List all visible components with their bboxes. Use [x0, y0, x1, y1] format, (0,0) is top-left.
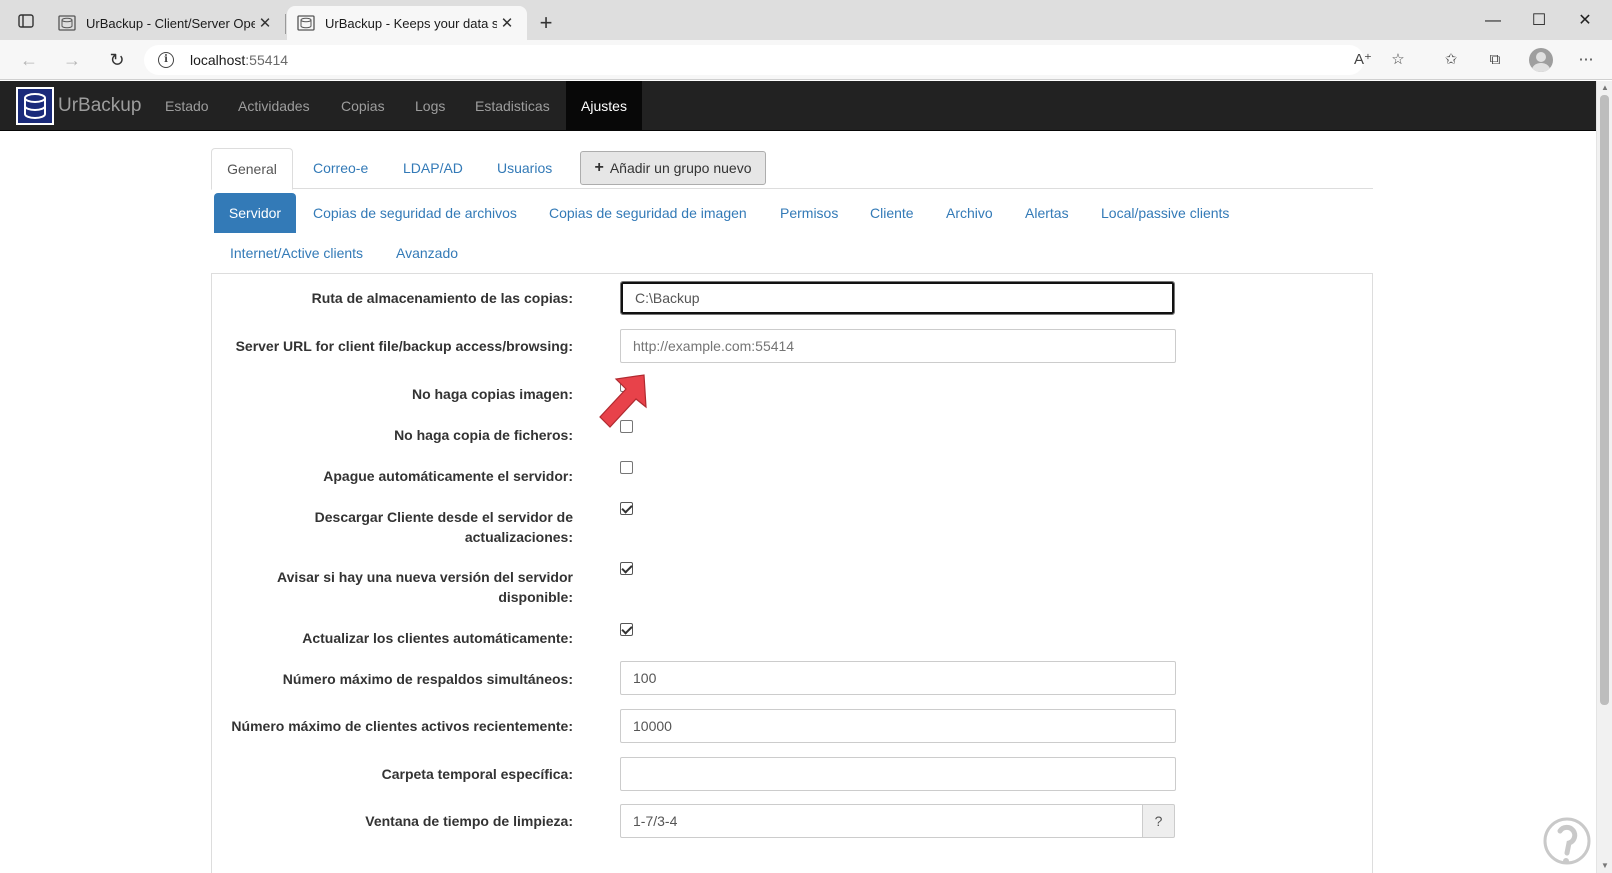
- section-internet-active[interactable]: Internet/Active clients: [230, 233, 363, 273]
- collections-icon[interactable]: ⧉: [1482, 48, 1508, 72]
- nav-estadisticas[interactable]: Estadisticas: [475, 81, 550, 131]
- nav-logs[interactable]: Logs: [415, 81, 445, 131]
- profile-icon[interactable]: [1529, 48, 1553, 72]
- urbackup-favicon-icon: [297, 15, 315, 31]
- brand[interactable]: UrBackup: [16, 86, 141, 126]
- notify-new-version-label-line2: disponible:: [498, 589, 573, 605]
- cleanup-window-label: Ventana de tiempo de limpieza:: [365, 813, 573, 829]
- tab-ldap[interactable]: LDAP/AD: [403, 148, 463, 189]
- url-field[interactable]: i localhost:55414: [144, 45, 1364, 75]
- address-bar-row: ← → ↻ i localhost:55414 A⁺ ☆ ✩ ⧉ ⋯: [0, 40, 1612, 80]
- section-permisos[interactable]: Permisos: [780, 193, 838, 233]
- site-info-icon[interactable]: i: [158, 52, 174, 68]
- temp-folder-label: Carpeta temporal específica:: [381, 766, 573, 782]
- download-client-checkbox[interactable]: [620, 502, 633, 515]
- notify-new-version-checkbox[interactable]: [620, 562, 633, 575]
- app-navbar: UrBackup Estado Actividades Copias Logs …: [0, 81, 1596, 131]
- notify-new-version-label-line1: Avisar si hay una nueva versión del serv…: [277, 569, 573, 585]
- brand-name: UrBackup: [58, 95, 142, 116]
- max-simultaneous-input[interactable]: [620, 661, 1176, 695]
- cleanup-window-help-button[interactable]: ?: [1142, 804, 1175, 838]
- nav-copias[interactable]: Copias: [341, 81, 385, 131]
- back-icon[interactable]: ←: [13, 46, 45, 74]
- temp-folder-input[interactable]: [620, 757, 1176, 791]
- section-archivo[interactable]: Archivo: [946, 193, 993, 233]
- forward-icon[interactable]: →: [56, 46, 88, 74]
- max-active-clients-label: Número máximo de clientes activos recien…: [231, 718, 573, 734]
- browser-tab-2[interactable]: UrBackup - Keeps your data safe ✕: [287, 6, 527, 40]
- max-simultaneous-label: Número máximo de respaldos simultáneos:: [282, 671, 573, 687]
- close-window-icon[interactable]: ✕: [1562, 6, 1608, 36]
- close-tab-icon[interactable]: ✕: [497, 14, 517, 32]
- more-icon[interactable]: ⋯: [1573, 48, 1599, 72]
- scroll-up-icon[interactable]: ▲: [1597, 81, 1612, 95]
- settings-tabs: General Correo-e LDAP/AD Usuarios: [211, 148, 1373, 190]
- read-aloud-icon[interactable]: A⁺: [1350, 48, 1376, 72]
- add-group-label: Añadir un grupo nuevo: [609, 160, 752, 176]
- section-cliente[interactable]: Cliente: [870, 193, 914, 233]
- no-image-backups-label: No haga copias imagen:: [411, 386, 573, 402]
- browser-tab-1[interactable]: UrBackup - Client/Server Open S ✕: [48, 6, 285, 40]
- tab-usuarios[interactable]: Usuarios: [497, 148, 552, 189]
- storage-path-input[interactable]: [620, 281, 1175, 315]
- nav-ajustes[interactable]: Ajustes: [566, 81, 642, 131]
- auto-shutdown-label: Apague automáticamente el servidor:: [323, 468, 573, 484]
- tab-general[interactable]: General: [211, 148, 293, 190]
- add-favorite-icon[interactable]: ☆: [1385, 48, 1411, 72]
- url-host: localhost: [190, 52, 246, 68]
- section-local-passive[interactable]: Local/passive clients: [1101, 193, 1229, 233]
- scroll-down-icon[interactable]: ▼: [1597, 859, 1612, 873]
- notify-new-version-label: Avisar si hay una nueva versión del serv…: [277, 567, 573, 607]
- url-port: :55414: [245, 52, 289, 68]
- tab-correo[interactable]: Correo-e: [313, 148, 368, 189]
- watermark-logo-icon: [1543, 817, 1591, 865]
- refresh-icon[interactable]: ↻: [101, 46, 133, 74]
- section-alertas[interactable]: Alertas: [1025, 193, 1069, 233]
- download-client-label-line2: actualizaciones:: [464, 529, 573, 545]
- favorites-icon[interactable]: ✩: [1438, 48, 1464, 72]
- plus-icon: +: [594, 159, 604, 176]
- page-scrollbar[interactable]: ▲ ▼: [1596, 81, 1612, 873]
- max-active-clients-input[interactable]: [620, 709, 1176, 743]
- new-tab-icon[interactable]: +: [532, 10, 560, 38]
- section-copias-archivos[interactable]: Copias de seguridad de archivos: [313, 193, 517, 233]
- section-copias-imagen[interactable]: Copias de seguridad de imagen: [549, 193, 747, 233]
- tab-title: UrBackup - Client/Server Open S: [86, 15, 255, 31]
- auto-update-clients-checkbox[interactable]: [620, 623, 633, 636]
- section-avanzado[interactable]: Avanzado: [396, 233, 458, 273]
- download-client-label: Descargar Cliente desde el servidor de a…: [315, 507, 573, 547]
- add-group-button[interactable]: + Añadir un grupo nuevo: [580, 151, 766, 185]
- no-file-backups-label: No haga copia de ficheros:: [394, 427, 573, 443]
- section-servidor[interactable]: Servidor: [214, 193, 296, 233]
- tab-actions-icon[interactable]: [8, 8, 42, 34]
- urbackup-favicon-icon: [58, 15, 76, 31]
- cleanup-window-input[interactable]: [620, 804, 1143, 838]
- download-client-label-line1: Descargar Cliente desde el servidor de: [314, 509, 573, 525]
- nav-actividades[interactable]: Actividades: [238, 81, 310, 131]
- auto-update-clients-label: Actualizar los clientes automáticamente:: [302, 630, 573, 646]
- minimize-icon[interactable]: —: [1470, 6, 1516, 36]
- close-tab-icon[interactable]: ✕: [255, 14, 275, 32]
- scrollbar-thumb[interactable]: [1600, 95, 1609, 705]
- tab-title: UrBackup - Keeps your data safe: [325, 15, 497, 31]
- pointer-arrow-icon: [599, 374, 647, 428]
- nav-estado[interactable]: Estado: [165, 81, 209, 131]
- storage-path-label: Ruta de almacenamiento de las copias:: [311, 290, 573, 306]
- urbackup-logo-icon: [16, 87, 54, 125]
- maximize-icon[interactable]: ☐: [1516, 6, 1562, 36]
- auto-shutdown-checkbox[interactable]: [620, 461, 633, 474]
- browser-tab-bar: UrBackup - Client/Server Open S ✕ UrBack…: [0, 0, 1612, 40]
- server-url-label: Server URL for client file/backup access…: [235, 338, 573, 354]
- page-viewport: UrBackup Estado Actividades Copias Logs …: [0, 81, 1596, 873]
- tab-separator: [285, 14, 286, 34]
- server-url-input[interactable]: [620, 329, 1176, 363]
